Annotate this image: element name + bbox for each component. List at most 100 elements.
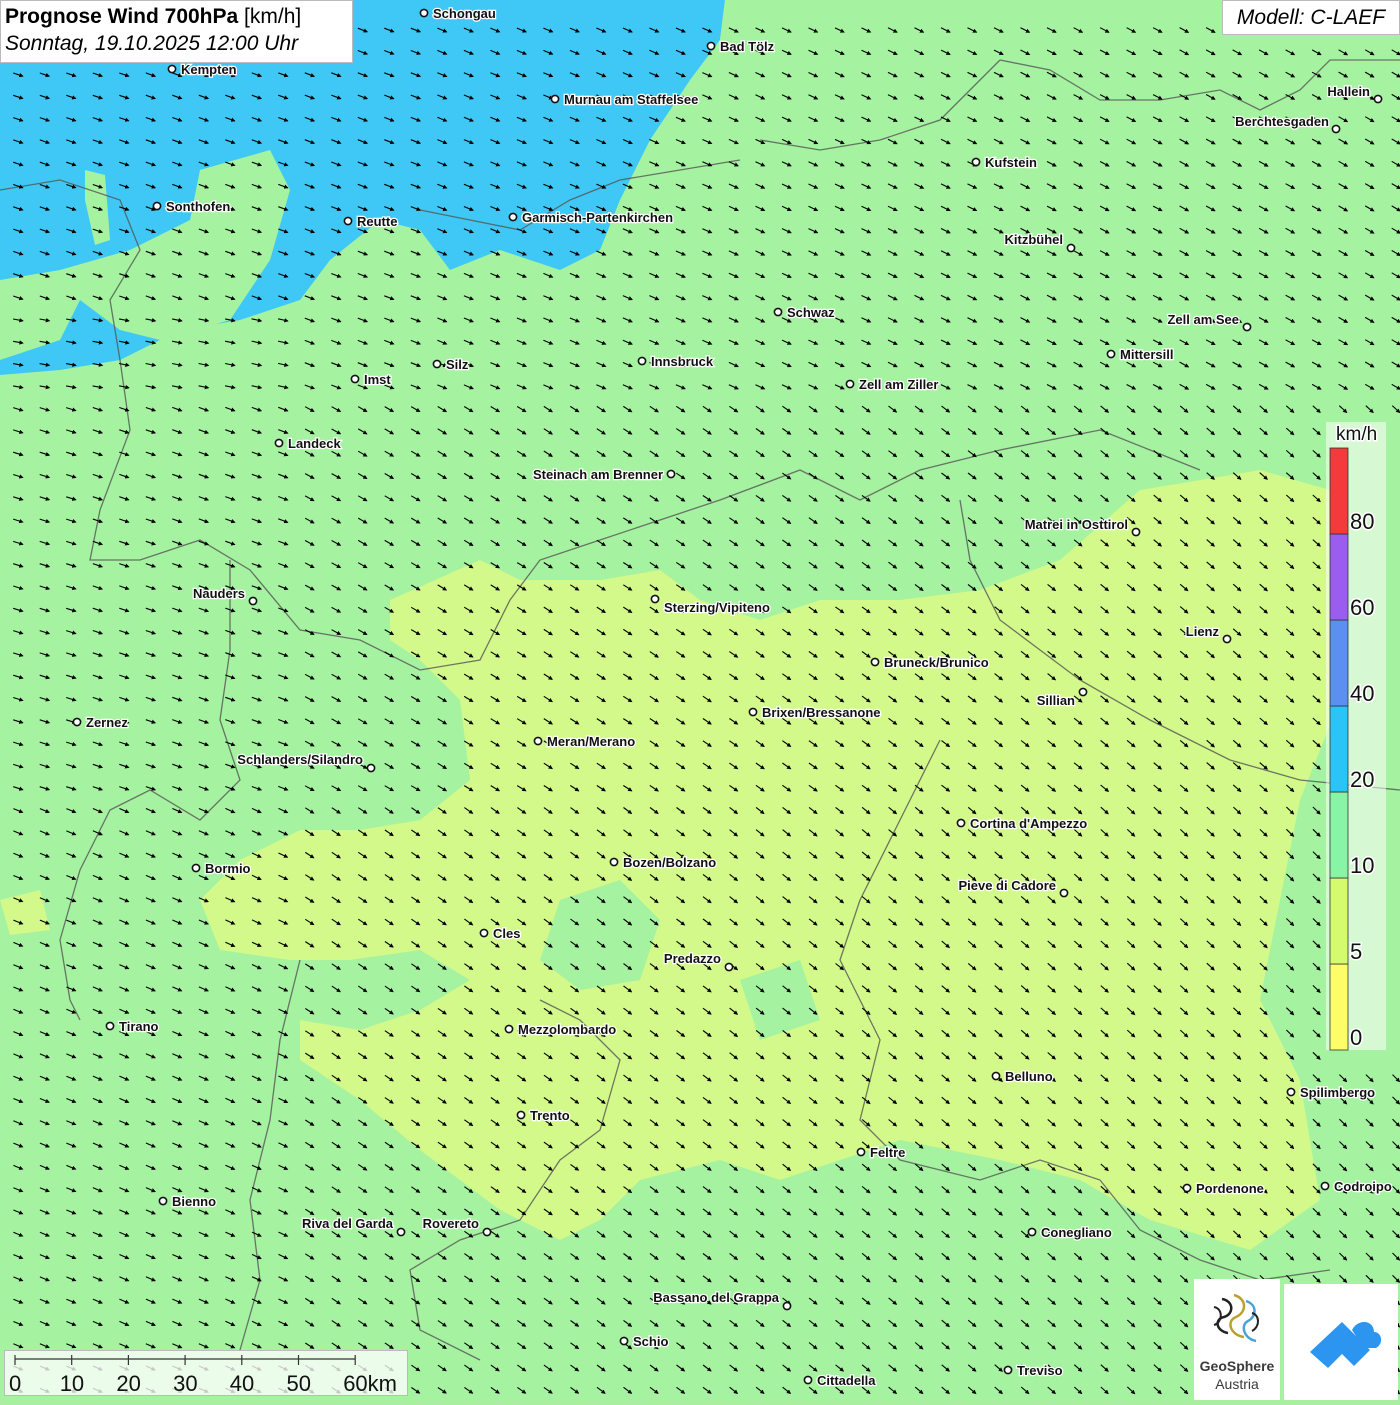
city-label: Riva del Garda — [302, 1216, 394, 1231]
city-marker — [533, 736, 543, 746]
city-label: Nauders — [193, 586, 245, 601]
scale-label: 0 — [9, 1371, 21, 1396]
city-label: Lienz — [1186, 624, 1220, 639]
legend-swatch-0 — [1329, 963, 1349, 1051]
city-label: Bozen/Bolzano — [623, 855, 716, 870]
city-label: Garmisch-Partenkirchen — [522, 210, 673, 225]
city-marker — [1131, 527, 1141, 537]
city-marker — [366, 763, 376, 773]
city-label: Spilimbergo — [1300, 1085, 1375, 1100]
city-label: Bruneck/Brunico — [884, 655, 989, 670]
city-marker — [956, 818, 966, 828]
city-label: Schio — [633, 1334, 668, 1349]
city-label: Cles — [493, 926, 520, 941]
geosphere-logo-country: Austria — [1215, 1376, 1259, 1392]
city-marker — [152, 201, 162, 211]
legend-tick-80: 80 — [1350, 509, 1374, 534]
city-marker — [350, 374, 360, 384]
map-title: Prognose Wind 700hPa [km/h] — [5, 4, 348, 30]
city-label: Conegliano — [1041, 1225, 1112, 1240]
city-marker — [803, 1375, 813, 1385]
city-marker — [105, 1021, 115, 1031]
city-label: Cittadella — [817, 1373, 876, 1388]
city-marker — [1027, 1227, 1037, 1237]
city-marker — [516, 1110, 526, 1120]
scale-bar-ticks: 0 10 20 30 40 50 60km — [9, 1355, 397, 1396]
legend-tick-20: 20 — [1350, 767, 1374, 792]
city-label: Kitzbühel — [1005, 232, 1064, 247]
city-label: Sillian — [1037, 693, 1075, 708]
city-label: Cortina d'Ampezzo — [970, 816, 1087, 831]
city-marker — [167, 64, 177, 74]
city-label: Schwaz — [787, 305, 835, 320]
city-label: Kempten — [181, 62, 237, 77]
geosphere-logo-icon — [1213, 1293, 1259, 1343]
city-label: Steinach am Brenner — [533, 467, 663, 482]
city-label: Brixen/Bressanone — [762, 705, 881, 720]
city-marker — [609, 857, 619, 867]
city-label: Tirano — [119, 1019, 159, 1034]
city-label: Pordenone — [1196, 1181, 1264, 1196]
scale-label: 50 — [287, 1371, 311, 1396]
city-marker — [706, 41, 716, 51]
legend-swatch-20 — [1329, 705, 1349, 793]
title-box: Prognose Wind 700hPa [km/h] Sonntag, 19.… — [0, 0, 353, 63]
city-marker — [1003, 1365, 1013, 1375]
city-marker — [870, 657, 880, 667]
city-label: Mittersill — [1120, 347, 1173, 362]
city-marker — [396, 1227, 406, 1237]
city-label: Matrei in Osttirol — [1025, 517, 1128, 532]
city-marker — [1331, 124, 1341, 134]
city-label: Bassano del Grappa — [653, 1290, 779, 1305]
city-label: Bienno — [172, 1194, 216, 1209]
cloud-logo-icon — [1310, 1321, 1382, 1368]
city-label: Rovereto — [423, 1216, 479, 1231]
city-marker — [773, 307, 783, 317]
legend-unit: km/h — [1336, 424, 1377, 445]
model-label: Modell: C-LAEF — [1222, 0, 1400, 35]
city-marker — [991, 1071, 1001, 1081]
scale-bar: 0 10 20 30 40 50 60km — [4, 1350, 408, 1396]
city-label: Zell am See — [1167, 312, 1239, 327]
city-label: Hallein — [1327, 84, 1370, 99]
city-marker — [274, 438, 284, 448]
city-marker — [637, 356, 647, 366]
geosphere-logo: GeoSphere Austria — [1194, 1279, 1280, 1400]
legend-swatch-5 — [1329, 877, 1349, 965]
city-marker — [856, 1147, 866, 1157]
scale-label: 20 — [116, 1371, 140, 1396]
scale-label: 10 — [60, 1371, 84, 1396]
city-marker — [1182, 1183, 1192, 1193]
legend-tick-0: 0 — [1350, 1025, 1362, 1050]
legend-swatch-80 — [1329, 447, 1349, 535]
legend-swatch-60 — [1329, 533, 1349, 621]
city-marker — [1106, 349, 1116, 359]
scale-label: 30 — [173, 1371, 197, 1396]
city-label: Zernez — [86, 715, 128, 730]
wind-map: Schongau Bad Tölz Kempten Murnau am Staffel… — [0, 0, 1400, 1400]
city-marker — [508, 212, 518, 222]
city-marker — [343, 216, 353, 226]
legend-tick-40: 40 — [1350, 681, 1374, 706]
city-marker — [1373, 94, 1383, 104]
city-marker — [158, 1196, 168, 1206]
map-title-main: Prognose Wind 700hPa — [5, 5, 239, 28]
city-label: Innsbruck — [651, 354, 714, 369]
geosphere-logo-name: GeoSphere — [1199, 1358, 1275, 1374]
cloud-logo — [1284, 1284, 1398, 1400]
city-marker — [419, 8, 429, 18]
city-label: Treviso — [1017, 1363, 1063, 1378]
city-label: Imst — [364, 372, 391, 387]
legend-tick-5: 5 — [1350, 939, 1362, 964]
legend-tick-10: 10 — [1350, 853, 1374, 878]
city-marker — [550, 94, 560, 104]
city-label: Sonthofen — [166, 199, 230, 214]
scale-label: 40 — [230, 1371, 254, 1396]
city-label: Zell am Ziller — [859, 377, 938, 392]
scale-label: 60km — [343, 1371, 397, 1396]
city-label: Belluno — [1005, 1069, 1053, 1084]
city-label: Sterzing/Vipiteno — [664, 600, 770, 615]
city-marker — [1078, 687, 1088, 697]
city-label: Bormio — [205, 861, 251, 876]
city-marker — [482, 1227, 492, 1237]
